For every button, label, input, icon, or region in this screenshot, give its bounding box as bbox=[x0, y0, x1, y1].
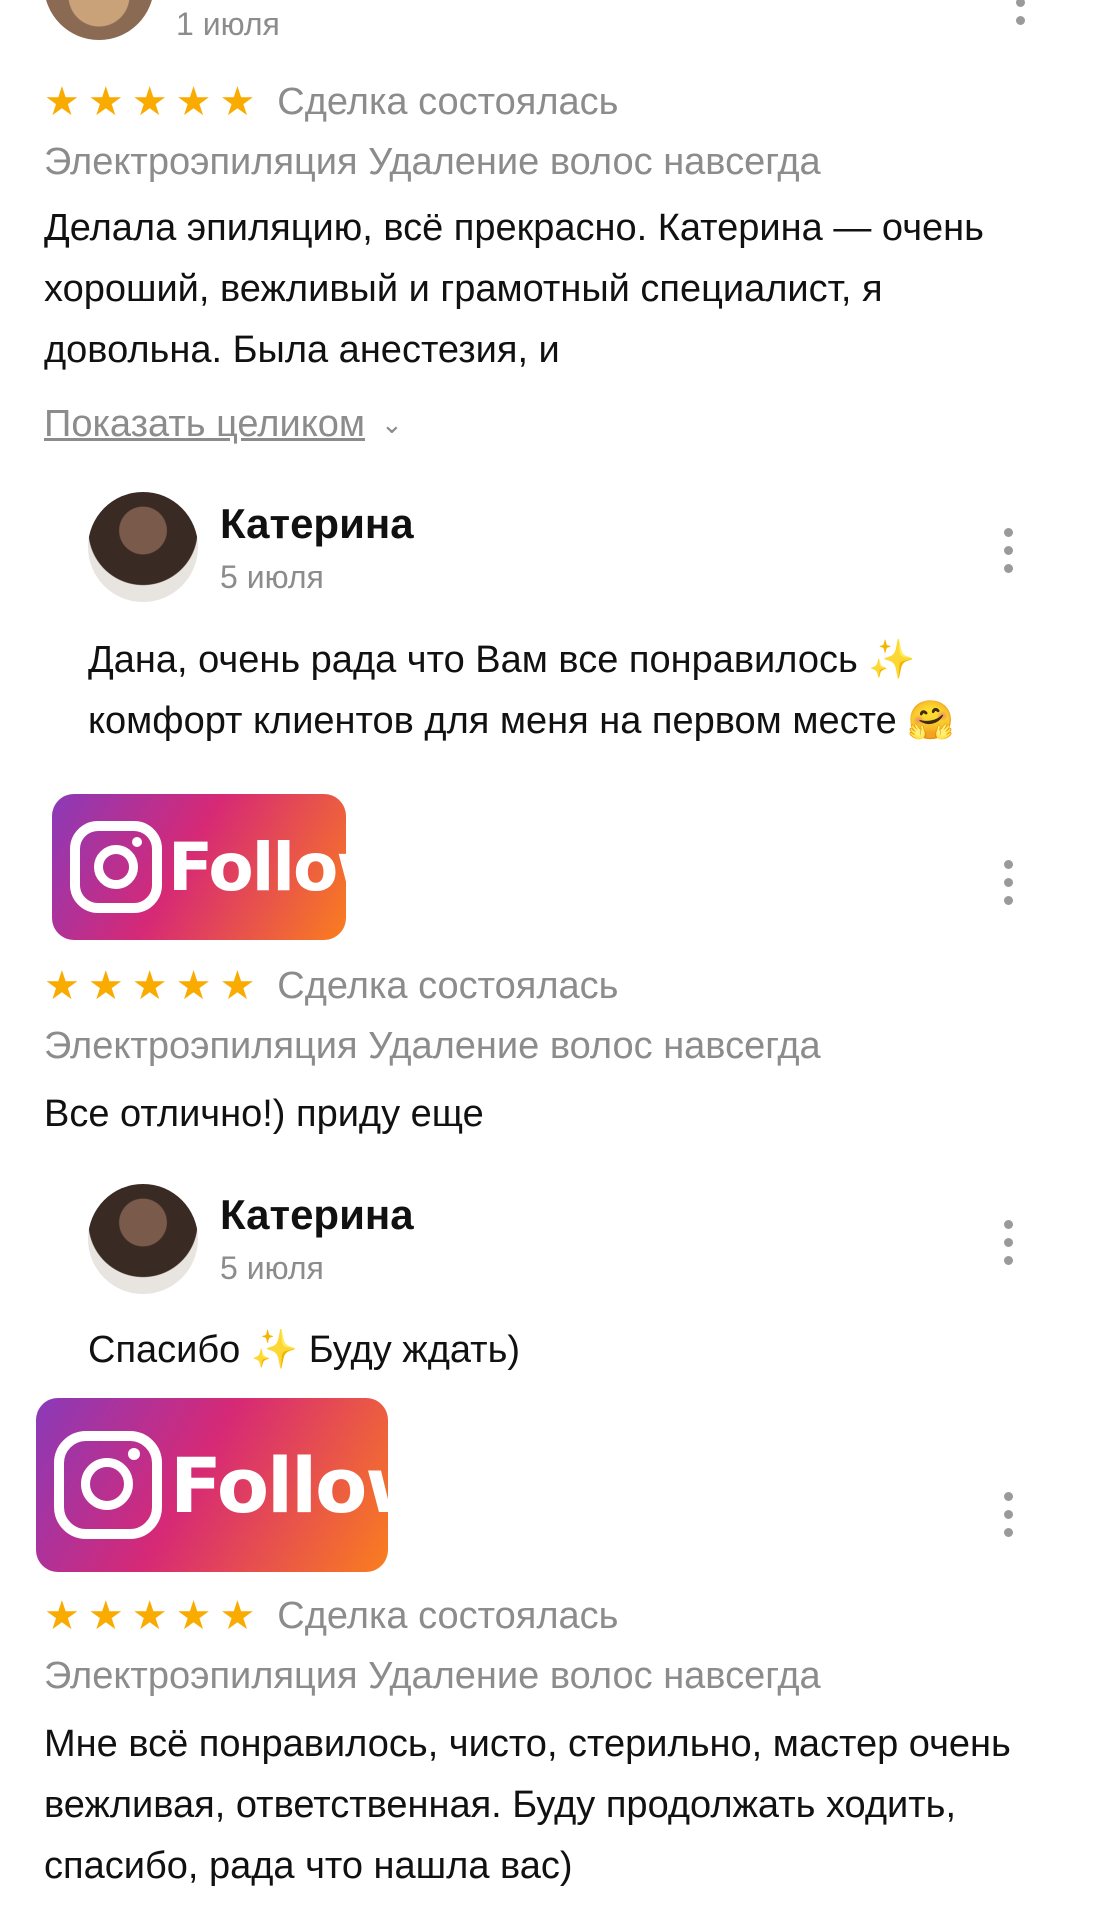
reply-text: Дана, очень рада что Вам все понравилось… bbox=[88, 639, 955, 742]
avatar[interactable] bbox=[44, 0, 154, 40]
rating-stars: ★ ★ ★ ★ ★ Сделка состоялась bbox=[44, 78, 618, 126]
star-icon: ★ bbox=[131, 964, 168, 1008]
rating-stars: ★ ★ ★ ★ ★ Сделка состоялась bbox=[44, 1592, 618, 1640]
star-icon: ★ bbox=[175, 1594, 212, 1638]
star-icon: ★ bbox=[219, 1594, 256, 1638]
reply-author-name[interactable]: Катерина bbox=[220, 500, 414, 548]
star-icon: ★ bbox=[175, 80, 212, 124]
instagram-icon bbox=[54, 1431, 162, 1539]
service-name: Электроэпиляция Удаление волос навсегда bbox=[44, 1655, 821, 1697]
reply-author-name[interactable]: Катерина bbox=[220, 1191, 414, 1239]
reply-date: 5 июля bbox=[220, 559, 324, 595]
more-vert-icon[interactable] bbox=[988, 1492, 1028, 1537]
star-icon: ★ bbox=[44, 964, 80, 1008]
star-icon: ★ bbox=[87, 964, 124, 1008]
more-vert-icon[interactable] bbox=[988, 528, 1028, 573]
service-name: Электроэпиляция Удаление волос навсегда bbox=[44, 1025, 821, 1067]
star-icon: ★ bbox=[131, 80, 168, 124]
avatar[interactable] bbox=[88, 1184, 198, 1294]
star-icon: ★ bbox=[175, 964, 212, 1008]
show-more-label: Показать целиком bbox=[44, 403, 366, 445]
more-vert-icon[interactable] bbox=[988, 860, 1028, 905]
reply-text: Спасибо ✨ Буду ждать) bbox=[88, 1329, 521, 1371]
follow-label: Follow bbox=[170, 1440, 388, 1530]
star-icon: ★ bbox=[219, 964, 256, 1008]
instagram-follow-badge[interactable]: Follow bbox=[52, 794, 346, 940]
rating-stars: ★ ★ ★ ★ ★ Сделка состоялась bbox=[44, 962, 618, 1010]
star-icon: ★ bbox=[44, 80, 80, 124]
review-text: Все отлично!) приду еще bbox=[44, 1093, 484, 1135]
review-date: 1 июля bbox=[176, 6, 280, 42]
deal-status: Сделка состоялась bbox=[277, 1595, 619, 1637]
avatar[interactable] bbox=[88, 492, 198, 602]
service-name: Электроэпиляция Удаление волос навсегда bbox=[44, 141, 821, 183]
deal-status: Сделка состоялась bbox=[277, 965, 619, 1007]
star-icon: ★ bbox=[44, 1594, 80, 1638]
deal-status: Сделка состоялась bbox=[277, 81, 619, 123]
instagram-icon bbox=[70, 821, 162, 913]
follow-label: Follow bbox=[168, 828, 346, 906]
show-more-link[interactable]: Показать целиком ⌄ bbox=[44, 400, 403, 448]
chevron-down-icon: ⌄ bbox=[381, 408, 403, 439]
reply-date: 5 июля bbox=[220, 1250, 324, 1286]
instagram-follow-badge[interactable]: Follow bbox=[36, 1398, 388, 1572]
more-vert-icon[interactable] bbox=[1000, 0, 1040, 25]
star-icon: ★ bbox=[131, 1594, 168, 1638]
review-text: Мне всё понравилось, чисто, стерильно, м… bbox=[44, 1723, 1011, 1887]
more-vert-icon[interactable] bbox=[988, 1220, 1028, 1265]
star-icon: ★ bbox=[219, 80, 256, 124]
star-icon: ★ bbox=[87, 80, 124, 124]
review-text: Делала эпиляцию, всё прекрасно. Катерина… bbox=[44, 207, 984, 371]
star-icon: ★ bbox=[87, 1594, 124, 1638]
